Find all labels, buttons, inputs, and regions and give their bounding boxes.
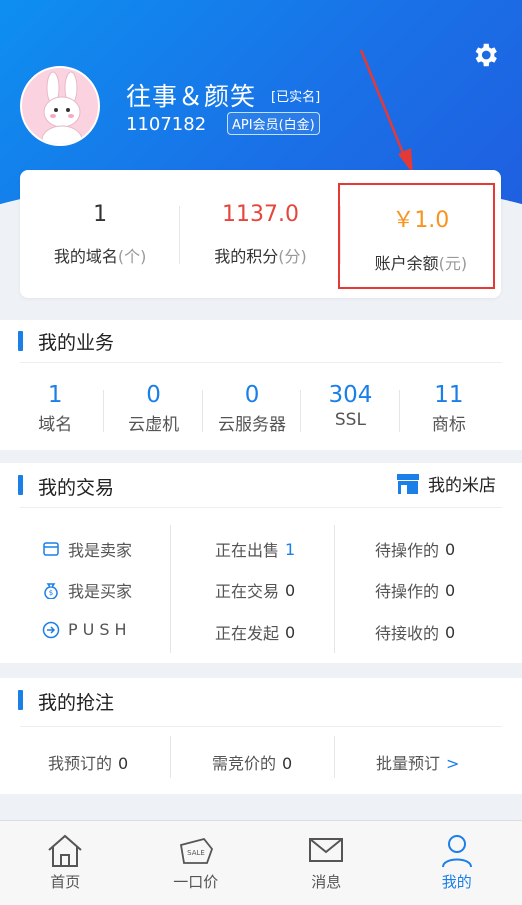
home-icon bbox=[48, 834, 82, 867]
store-icon bbox=[397, 473, 419, 494]
stat-value: 1 bbox=[93, 202, 108, 227]
vip-badge: API会员(白金) bbox=[227, 112, 320, 135]
business-item-vhost[interactable]: 0 云虚机 bbox=[104, 382, 203, 435]
push-arrow-icon bbox=[42, 621, 60, 638]
business-item-ssl[interactable]: 304 SSL bbox=[301, 382, 400, 434]
buyer-link[interactable]: $ 我是买家 bbox=[42, 578, 132, 602]
business-item-trademark[interactable]: 11 商标 bbox=[400, 382, 498, 435]
tab-home[interactable]: 首页 bbox=[0, 821, 131, 905]
money-bag-icon: $ bbox=[44, 583, 58, 599]
batch-reserve-link[interactable]: 批量预订 > bbox=[376, 750, 459, 774]
seller-link[interactable]: 我是卖家 bbox=[42, 537, 132, 561]
push-link[interactable]: PUSH bbox=[42, 620, 132, 639]
bidding-count[interactable]: 需竞价的 0 bbox=[212, 750, 292, 774]
tab-mine[interactable]: 我的 bbox=[392, 821, 522, 905]
realname-badge: [已实名] bbox=[271, 90, 321, 105]
trading-count[interactable]: 正在交易 0 bbox=[215, 578, 295, 602]
mail-icon bbox=[309, 838, 344, 862]
my-store-link[interactable]: 我的米店 bbox=[396, 471, 496, 496]
stat-domains[interactable]: 1 我的域名(个) bbox=[20, 170, 181, 298]
rabbit-avatar-icon bbox=[41, 71, 83, 144]
avatar[interactable] bbox=[20, 66, 100, 146]
user-id: 1107182 bbox=[126, 114, 207, 135]
tab-messages[interactable]: 消息 bbox=[261, 821, 392, 905]
user-icon bbox=[441, 835, 472, 868]
sale-tag-icon: SALE bbox=[179, 837, 213, 864]
section-title: 我的业务 bbox=[38, 332, 115, 354]
grab-items: 我预订的 0 需竞价的 0 批量预订 > bbox=[0, 736, 522, 780]
pending-receive[interactable]: 待接收的 0 bbox=[375, 620, 455, 644]
stat-label: 我的域名(个) bbox=[53, 247, 147, 266]
section-title: 我的交易 bbox=[38, 477, 115, 499]
stat-points[interactable]: 1137.0 我的积分(分) bbox=[180, 170, 341, 298]
initiating-count[interactable]: 正在发起 0 bbox=[215, 620, 295, 644]
chevron-right-icon: > bbox=[446, 754, 460, 773]
trade-grid: 我是卖家 正在出售 1 待操作的 0 $ 我是买家 正在交易 0 待操作的 0 PUSH… bbox=[0, 525, 522, 655]
pending-seller[interactable]: 待操作的 0 bbox=[375, 537, 455, 561]
tab-fixed-price[interactable]: SALE 一口价 bbox=[131, 821, 262, 905]
business-item-cloud-server[interactable]: 0 云服务器 bbox=[203, 382, 302, 435]
pending-buyer[interactable]: 待操作的 0 bbox=[375, 578, 455, 602]
stat-label: 我的积分(分) bbox=[214, 247, 307, 266]
balance-highlight-box bbox=[338, 183, 495, 289]
business-items: 1 域名 0 云虚机 0 云服务器 304 SSL 11 商标 bbox=[6, 382, 498, 435]
settings-gear-icon[interactable] bbox=[470, 40, 500, 70]
section-title: 我的抢注 bbox=[38, 692, 115, 714]
svg-text:SALE: SALE bbox=[187, 849, 205, 857]
annotation-arrow bbox=[359, 49, 413, 174]
svg-text:$: $ bbox=[49, 589, 53, 597]
selling-count[interactable]: 正在出售 1 bbox=[215, 537, 295, 561]
username: 往事＆颜笑 bbox=[126, 82, 257, 111]
bottom-tab-bar: 首页 SALE 一口价 消息 我的 bbox=[0, 820, 522, 905]
reserved-count[interactable]: 我预订的 0 bbox=[48, 750, 128, 774]
shop-icon bbox=[43, 542, 59, 556]
stat-value: 1137.0 bbox=[222, 202, 299, 227]
business-item-domain[interactable]: 1 域名 bbox=[6, 382, 105, 435]
